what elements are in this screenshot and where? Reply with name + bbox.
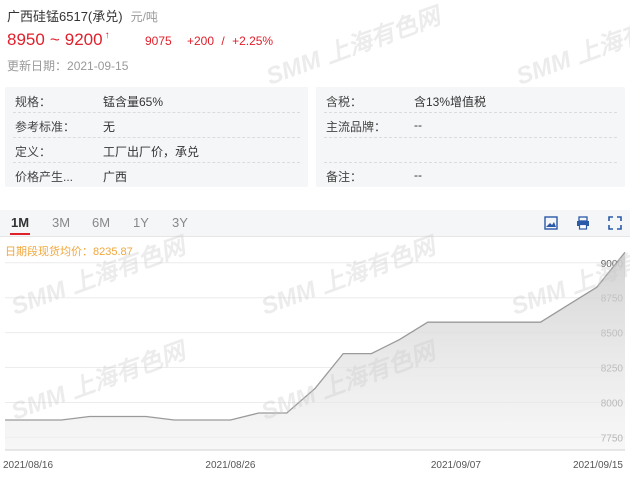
spec-label: 定义： [15, 145, 52, 159]
spec-value: 锰含量65% [103, 95, 164, 109]
x-tick-label: 2021/08/16 [3, 460, 53, 471]
spec-panel-right: 含税： 含13%增值税 主流品牌： -- 备注： -- [316, 87, 625, 187]
spec-value: -- [414, 168, 422, 182]
price-range: 8950 ~9200 ↑ [7, 30, 110, 50]
range-tabbar: 1M 3M 6M 1Y 3Y [0, 210, 630, 237]
change-percent: +2.25% [232, 34, 274, 48]
spec-label: 主流品牌： [326, 120, 387, 134]
spec-row: 价格产生... 广西 [13, 162, 300, 187]
up-arrow-icon: ↑ [104, 30, 110, 41]
tab-6m[interactable]: 6M [92, 215, 110, 230]
spec-label: 含税： [326, 95, 363, 109]
price-area [5, 252, 625, 450]
spec-row: 备注： -- [324, 162, 617, 187]
spec-value: 工厂出厂价，承兑 [103, 145, 200, 159]
spec-label: 参考标准： [15, 120, 76, 134]
price-unit: 元/吨 [130, 10, 158, 24]
print-icon[interactable] [576, 216, 590, 230]
spec-panel-left: 规格： 锰含量65% 参考标准： 无 定义： 工厂出厂价，承兑 价格产生... … [5, 87, 308, 187]
spec-row: 参考标准： 无 [13, 112, 300, 138]
spec-row: 含税： 含13%增值税 [324, 87, 617, 113]
product-name: 广西硅锰6517(承兑) [7, 9, 123, 24]
update-value: 2021-09-15 [67, 59, 129, 73]
tab-3m[interactable]: 3M [52, 215, 70, 230]
fullscreen-icon[interactable] [608, 216, 622, 230]
x-tick-label: 2021/08/26 [205, 460, 255, 471]
spec-row: 规格： 锰含量65% [13, 87, 300, 113]
price-change: +200 / +2.25% [187, 34, 273, 48]
price-high: 9200 [64, 30, 103, 49]
spec-label: 规格： [15, 95, 52, 109]
change-value: +200 [187, 34, 215, 48]
spec-value: 含13%增值税 [414, 95, 487, 109]
x-tick-label: 2021/09/15 [573, 460, 623, 471]
spec-value: 广西 [103, 170, 128, 184]
price-tilde: ~ [49, 30, 60, 49]
update-label: 更新日期： [7, 59, 68, 73]
x-tick-label: 2021/09/07 [431, 460, 481, 471]
product-title: 广西硅锰6517(承兑) 元/吨 [7, 6, 158, 25]
price-low: 8950 [7, 30, 45, 49]
price-chart: 7750800082508500875090002021/08/162021/0… [3, 251, 626, 471]
watermark-text: SMM 上海有色网 [513, 1, 630, 90]
tab-1m[interactable]: 1M [11, 215, 29, 230]
spec-value: -- [414, 118, 422, 132]
image-save-icon[interactable] [544, 216, 558, 230]
update-date: 更新日期：2021-09-15 [7, 57, 128, 74]
watermark-text: SMM 上海有色网 [263, 1, 448, 90]
tab-1y[interactable]: 1Y [133, 215, 149, 230]
average-price-label: 日期段现货均价：8235.87 [5, 246, 133, 258]
spec-row: 定义： 工厂出厂价，承兑 [13, 137, 300, 163]
spec-label: 备注： [326, 170, 363, 184]
spec-row: 主流品牌： -- [324, 112, 617, 138]
active-tab-underline [10, 233, 30, 235]
change-separator: / [221, 34, 225, 48]
spec-value: 无 [103, 120, 116, 134]
spec-row [324, 137, 617, 163]
tab-3y[interactable]: 3Y [172, 215, 188, 230]
spec-label: 价格产生... [15, 170, 74, 184]
average-price: 9075 [145, 34, 172, 48]
